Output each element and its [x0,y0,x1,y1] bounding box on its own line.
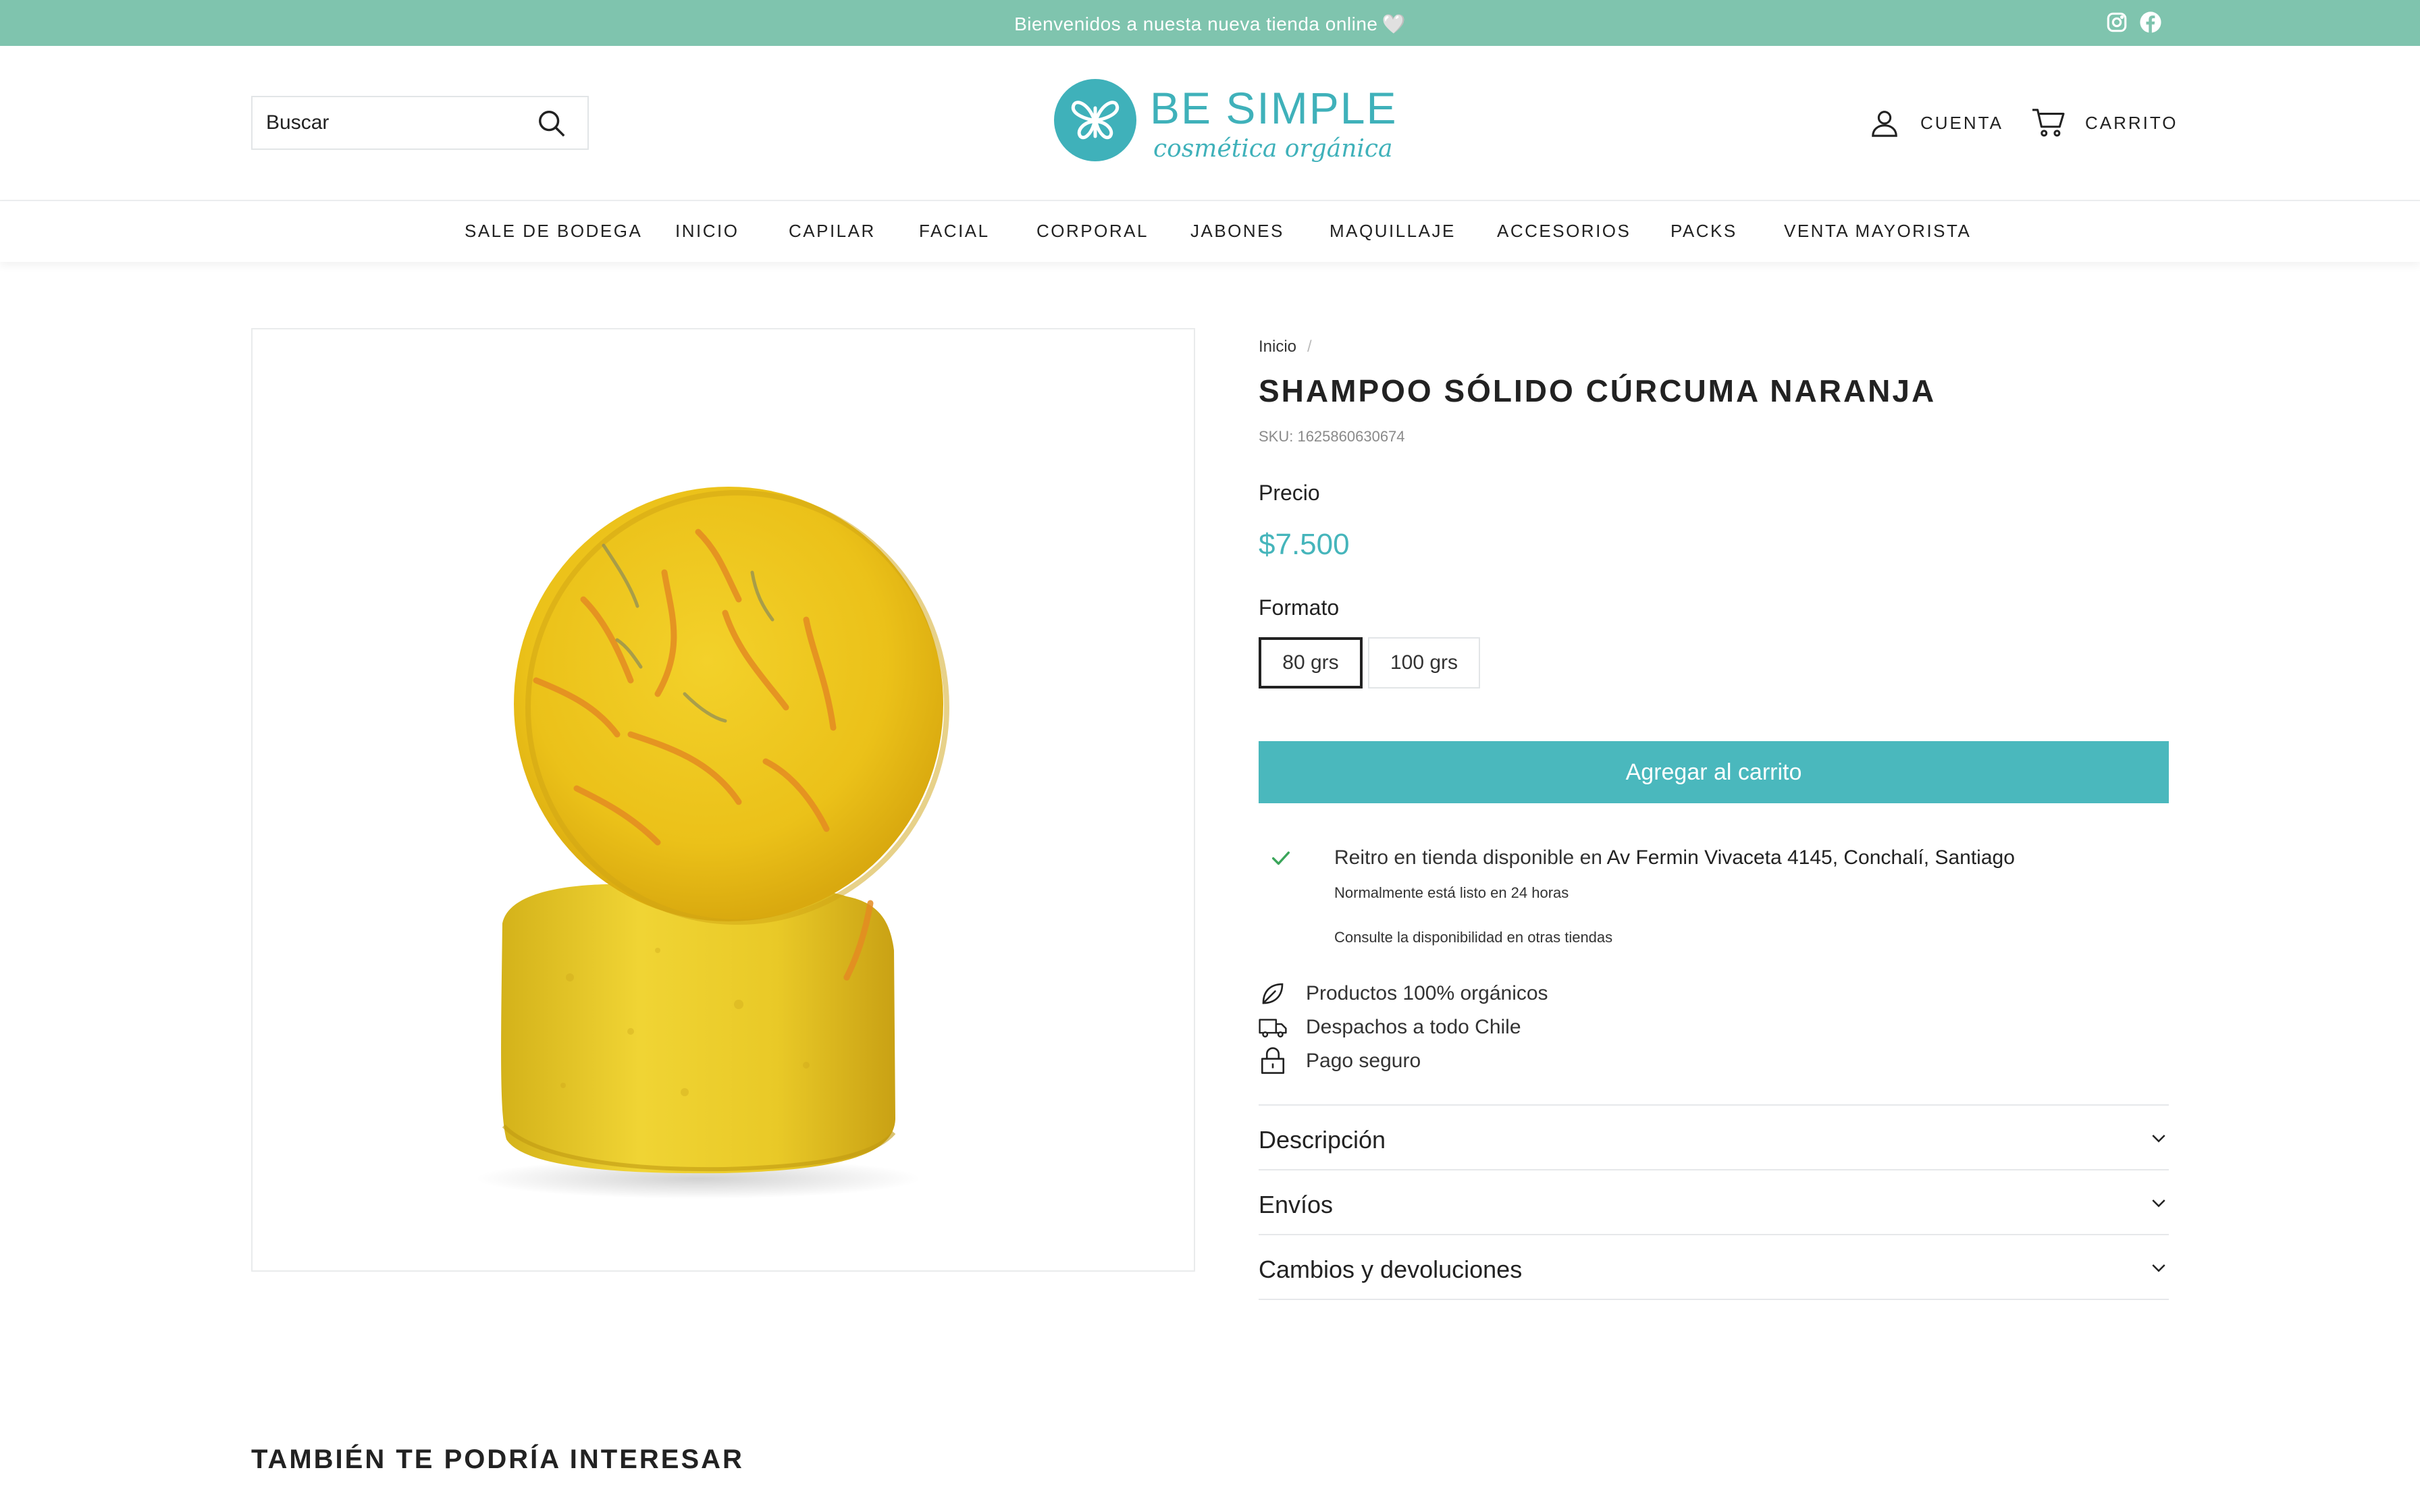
feature-secure-payment: Pago seguro [1259,1046,1421,1076]
accordion-shipping-title: Envíos [1259,1191,1334,1218]
account-label: CUENTA [1920,112,2003,133]
chevron-down-icon [2152,1135,2165,1143]
accordion-divider [1259,1104,2169,1106]
main-nav: SALE DE BODEGA INICIO CAPILAR FACIAL COR… [0,201,2420,262]
cart-label: CARRITO [2085,112,2178,133]
product-image[interactable] [251,328,1195,1272]
brand-logo[interactable]: BE SIMPLE cosmética orgánica [1053,78,1396,166]
cart-icon [2032,109,2065,137]
nav-item-jabones[interactable]: JABONES [1190,201,1284,261]
logo-tagline: cosmética orgánica [1153,135,1393,163]
accordion-divider [1259,1299,2169,1300]
chevron-down-icon [2152,1199,2165,1208]
nav-item-accesorios[interactable]: ACCESORIOS [1497,201,1631,261]
user-icon [1872,111,1897,137]
breadcrumb-separator: / [1307,338,1312,356]
accordion-divider [1259,1169,2169,1170]
feature-shipping: Despachos a todo Chile [1259,1013,1521,1042]
feature-secure-payment-label: Pago seguro [1306,1050,1421,1072]
search-input[interactable] [266,97,536,148]
account-link[interactable]: CUENTA [1869,104,2003,142]
nav-item-capilar[interactable]: CAPILAR [789,201,876,261]
search-box[interactable] [251,96,589,150]
nav-item-maquillaje[interactable]: MAQUILLAJE [1330,201,1456,261]
product-sku: SKU: 1625860630674 [1259,428,1405,445]
nav-item-venta-mayorista[interactable]: VENTA MAYORISTA [1784,201,1971,261]
breadcrumb-home-link[interactable]: Inicio [1259,338,1296,356]
accordion-description[interactable]: Descripción [1259,1108,2169,1172]
nav-item-facial[interactable]: FACIAL [919,201,990,261]
lock-icon [1261,1047,1285,1074]
format-label: Formato [1259,595,1340,620]
breadcrumb: Inicio / [1259,338,1312,356]
product-title: SHAMPOO SÓLIDO CÚRCUMA NARANJA [1259,373,1937,408]
shampoo-bar-image [475,487,949,1199]
accordion-returns-title: Cambios y devoluciones [1259,1256,1523,1283]
accordion-divider [1259,1234,2169,1235]
related-products-title: TAMBIÉN TE PODRÍA INTERESAR [251,1444,744,1474]
nav-item-packs[interactable]: PACKS [1671,201,1737,261]
chevron-down-icon [2152,1264,2165,1272]
accordion-returns[interactable]: Cambios y devoluciones [1259,1238,2169,1301]
pickup-location: Av Fermin Vivaceta 4145, Conchalí, Santi… [1606,846,2015,869]
nav-item-sale-de-bodega[interactable]: SALE DE BODEGA [465,201,642,261]
check-icon [1269,846,1292,873]
price-label: Precio [1259,481,1320,505]
feature-shipping-label: Despachos a todo Chile [1306,1016,1521,1038]
nav-item-corporal[interactable]: CORPORAL [1036,201,1149,261]
feature-organic-label: Productos 100% orgánicos [1306,982,1548,1004]
facebook-icon[interactable] [2139,11,2162,37]
instagram-icon[interactable] [2105,11,2128,37]
feature-organic: Productos 100% orgánicos [1259,979,1548,1008]
heart-icon: 🤍 [1382,14,1406,34]
add-to-cart-button[interactable]: Agregar al carrito [1259,741,2169,803]
leaf-icon [1262,983,1284,1004]
announcement-text: Bienvenidos a nuesta nueva tienda online… [0,0,2420,49]
accordion-shipping[interactable]: Envíos [1259,1173,2169,1237]
announcement-message: Bienvenidos a nuesta nueva tienda online [1014,14,1378,34]
search-icon[interactable] [536,108,567,142]
site-header: BE SIMPLE cosmética orgánica CUENTA CARR… [0,46,2420,201]
logo-name: BE SIMPLE [1150,83,1398,133]
check-other-stores-link[interactable]: Consulte la disponibilidad en otras tien… [1334,929,1612,946]
cart-link[interactable]: CARRITO [2031,104,2178,142]
format-option-80g[interactable]: 80 grs [1259,637,1363,688]
pickup-availability: Reitro en tienda disponible en Av Fermin… [1334,846,2015,869]
format-option-100g[interactable]: 100 grs [1368,637,1480,688]
nav-item-inicio[interactable]: INICIO [675,201,739,261]
announcement-bar: Bienvenidos a nuesta nueva tienda online… [0,0,2420,46]
butterfly-logo-icon [1054,79,1136,161]
pickup-ready-time: Normalmente está listo en 24 horas [1334,884,1569,901]
accordion-description-title: Descripción [1259,1126,1386,1154]
pickup-text: Reitro en tienda disponible en [1334,846,1602,869]
product-price: $7.500 [1259,528,1350,561]
truck-icon [1259,1019,1287,1037]
